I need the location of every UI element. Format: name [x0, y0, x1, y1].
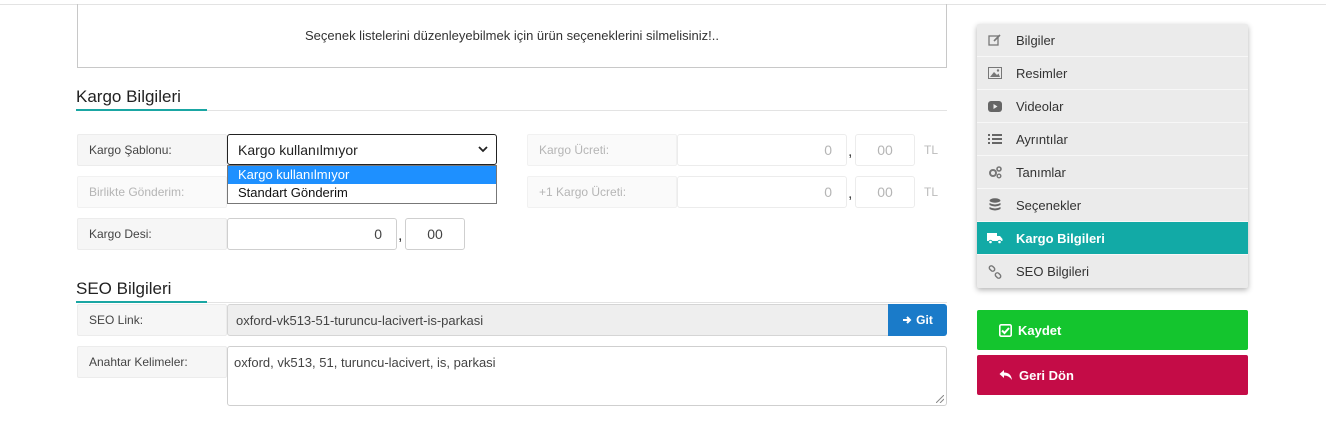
link-icon — [987, 264, 1003, 280]
cargo-section-title: Kargo Bilgileri — [76, 87, 181, 106]
sidebar-item-ayrintilar[interactable]: Ayrıntılar — [977, 123, 1248, 156]
decimal-separator: , — [848, 143, 853, 160]
cargo-fee-dec-input[interactable]: 00 — [855, 134, 915, 166]
cargo-section-rule — [76, 109, 947, 111]
cargo-template-value: Kargo kullanılmıyor — [238, 141, 358, 158]
resize-grip-icon[interactable] — [936, 395, 944, 403]
sidebar-item-seo-bilgileri[interactable]: SEO Bilgileri — [977, 255, 1248, 288]
chevron-down-icon — [478, 146, 488, 153]
back-button[interactable]: Geri Dön — [977, 355, 1248, 395]
plus-cargo-fee-label: +1 Kargo Ücreti: — [527, 176, 677, 208]
dropdown-option[interactable]: Standart Gönderim — [228, 184, 496, 202]
sidebar-item-kargo-bilgileri[interactable]: Kargo Bilgileri — [977, 222, 1248, 255]
cargo-desi-dec-input[interactable]: 00 — [405, 218, 465, 250]
cargo-template-dropdown[interactable]: Kargo kullanılmıyor Standart Gönderim — [227, 165, 497, 204]
cargo-fee-label: Kargo Ücreti: — [527, 134, 677, 166]
plus-cargo-fee-dec-input[interactable]: 00 — [855, 176, 915, 208]
dropdown-option[interactable]: Kargo kullanılmıyor — [228, 166, 496, 184]
together-shipping-label: Birlikte Gönderim: — [77, 176, 227, 208]
truck-icon — [987, 230, 1003, 246]
decimal-separator: , — [848, 185, 853, 202]
reply-icon — [999, 370, 1012, 380]
save-label: Kaydet — [1018, 322, 1062, 338]
edit-icon — [987, 32, 1003, 48]
back-label: Geri Dön — [1019, 367, 1074, 383]
check-square-icon — [999, 323, 1012, 337]
sidebar-item-videolar[interactable]: Videolar — [977, 90, 1248, 123]
currency-label: TL — [924, 185, 939, 199]
cargo-template-label: Kargo Şablonu: — [77, 134, 227, 166]
decimal-separator: , — [398, 227, 403, 244]
arrow-right-icon — [903, 316, 912, 324]
sidebar-item-tanimlar[interactable]: Tanımlar — [977, 156, 1248, 189]
cogs-icon — [987, 164, 1003, 180]
cargo-template-select[interactable]: Kargo kullanılmıyor — [227, 134, 497, 165]
image-icon — [987, 65, 1003, 81]
seo-go-button[interactable]: Git — [888, 304, 947, 336]
options-notice: Seçenek listelerini düzenleyebilmek için… — [77, 4, 947, 68]
plus-cargo-fee-int-input[interactable]: 0 — [677, 176, 847, 208]
seo-section-rule — [76, 301, 947, 303]
cargo-fee-int-input[interactable]: 0 — [677, 134, 847, 166]
sidebar-item-resimler[interactable]: Resimler — [977, 57, 1248, 90]
cargo-desi-int-input[interactable]: 0 — [227, 218, 397, 250]
currency-label: TL — [924, 143, 939, 157]
keywords-textarea[interactable]: oxford, vk513, 51, turuncu-lacivert, is,… — [227, 346, 947, 406]
notice-text: Seçenek listelerini düzenleyebilmek için… — [304, 28, 720, 43]
seo-link-input[interactable]: oxford-vk513-51-turuncu-lacivert-is-park… — [227, 304, 889, 336]
sidebar-item-bilgiler[interactable]: Bilgiler — [977, 24, 1248, 57]
product-sidebar-menu: Bilgiler Resimler Videolar Ayrıntılar Ta… — [977, 24, 1248, 288]
save-button[interactable]: Kaydet — [977, 310, 1248, 350]
database-icon — [987, 197, 1003, 213]
list-icon — [987, 131, 1003, 147]
youtube-icon — [987, 98, 1003, 114]
cargo-desi-label: Kargo Desi: — [77, 218, 227, 250]
seo-link-label: SEO Link: — [77, 304, 227, 336]
keywords-label: Anahtar Kelimeler: — [77, 346, 227, 378]
go-label: Git — [916, 313, 933, 327]
sidebar-item-secenekler[interactable]: Seçenekler — [977, 189, 1248, 222]
seo-section-title: SEO Bilgileri — [76, 279, 172, 298]
